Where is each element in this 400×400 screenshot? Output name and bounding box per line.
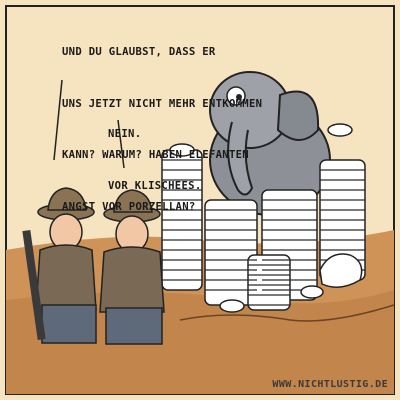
plate-stack — [247, 254, 291, 311]
speech-line: VOR KLISCHEES. — [108, 179, 202, 192]
speech-line: NEIN. — [108, 128, 142, 140]
speech-bubble-answer: NEIN. VOR KLISCHEES. — [108, 90, 228, 231]
speech-line: UND DU GLAUBST, DASS ER — [62, 46, 216, 58]
hunter-left-vest — [35, 244, 97, 311]
watermark: WWW.NICHTLUSTIG.DE — [272, 379, 388, 390]
hunter-left-pants — [41, 304, 97, 344]
comic-panel: UND DU GLAUBST, DASS ER UNS JETZT NICHT … — [0, 0, 400, 400]
hunter-right-pants — [105, 307, 163, 345]
hunter-right-vest — [99, 246, 165, 313]
